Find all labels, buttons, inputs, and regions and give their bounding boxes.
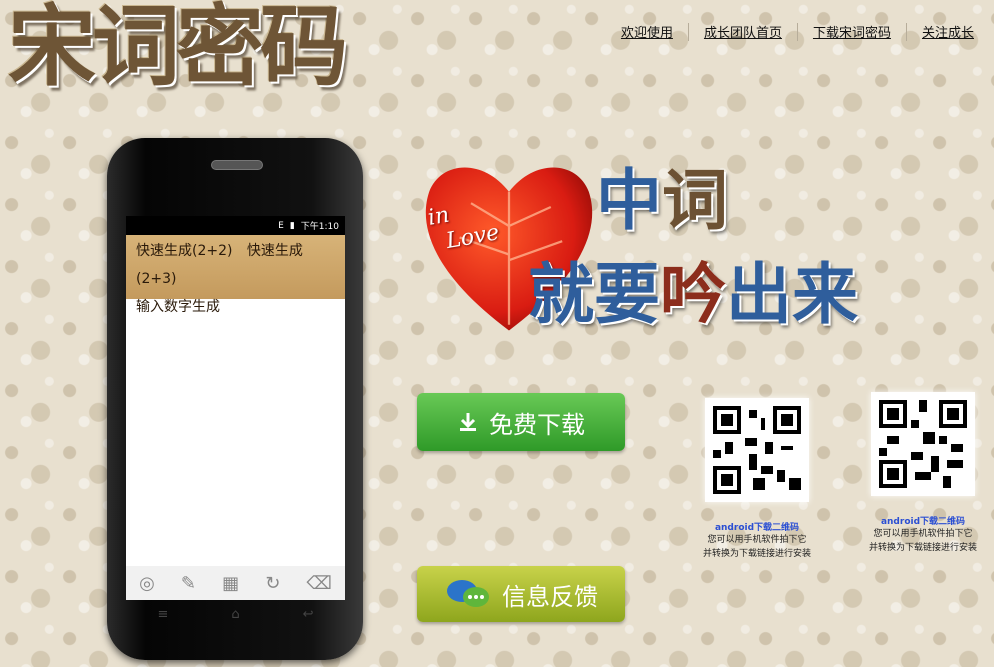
battery-icon: ▮ bbox=[289, 220, 295, 231]
feedback-button[interactable]: 信息反馈 bbox=[417, 566, 625, 622]
qr-note: 并转换为下载链接进行安装 bbox=[702, 549, 811, 559]
qr-caption: android下载二维码 bbox=[714, 523, 800, 533]
grid-icon[interactable]: ▦ bbox=[222, 573, 239, 594]
nav-divider bbox=[905, 22, 907, 41]
qr-caption: android下载二维码 bbox=[880, 517, 966, 527]
phone-nav-bar: ≡ ⌂ ↩ bbox=[126, 600, 345, 628]
nav-download[interactable]: 下载宋词密码 bbox=[813, 22, 891, 41]
slogan-line-1: 中词 bbox=[596, 168, 728, 234]
slogan-char-zhong: 中 bbox=[596, 162, 662, 239]
free-download-button[interactable]: 免费下载 bbox=[417, 393, 625, 451]
redo-icon[interactable]: ↻ bbox=[265, 573, 280, 594]
slogan-jiuyao: 就要 bbox=[528, 256, 660, 333]
phone-screen: E ▮ 下午1:10 快速生成(2+2) 快速生成(2+3) 输入数字生成 ◎ … bbox=[126, 216, 345, 600]
phone-mockup: E ▮ 下午1:10 快速生成(2+2) 快速生成(2+3) 输入数字生成 ◎ … bbox=[107, 138, 363, 660]
menu-icon[interactable]: ≡ bbox=[157, 607, 168, 622]
quick-gen-2-2-button[interactable]: 快速生成(2+2) bbox=[136, 243, 232, 259]
app-button-panel: 快速生成(2+2) 快速生成(2+3) 输入数字生成 bbox=[126, 235, 345, 315]
pen-icon[interactable]: ✎ bbox=[181, 573, 196, 594]
signal-icon: E bbox=[278, 220, 284, 231]
status-time: 下午1:10 bbox=[300, 222, 339, 232]
slogan-char-yin: 吟 bbox=[660, 256, 726, 333]
chat-bubbles-icon bbox=[447, 580, 489, 607]
home-icon[interactable]: ⌂ bbox=[231, 607, 239, 622]
qr-block-1: android下载二维码 您可以用手机软件拍下它 并转换为下载链接进行安装 bbox=[698, 398, 816, 561]
nav-divider bbox=[687, 22, 689, 41]
app-toolbar: ◎ ✎ ▦ ↻ ⌫ bbox=[126, 566, 345, 600]
nav-welcome[interactable]: 欢迎使用 bbox=[621, 22, 673, 41]
qr-block-2: android下载二维码 您可以用手机软件拍下它 并转换为下载链接进行安装 bbox=[864, 392, 982, 555]
phone-speaker bbox=[211, 160, 263, 170]
target-icon[interactable]: ◎ bbox=[139, 573, 155, 594]
download-label: 免费下载 bbox=[489, 410, 585, 439]
heart-text-in: in bbox=[425, 202, 452, 231]
qr-code-image bbox=[871, 392, 975, 496]
slogan-char-ci: 词 bbox=[662, 162, 728, 239]
slogan-line-2: 就要吟出来 bbox=[528, 262, 858, 328]
qr-code-image bbox=[705, 398, 809, 502]
back-icon[interactable]: ↩ bbox=[303, 607, 314, 622]
download-icon bbox=[460, 413, 476, 431]
nav-follow[interactable]: 关注成长 bbox=[922, 22, 974, 41]
top-navigation: 欢迎使用 成长团队首页 下载宋词密码 关注成长 bbox=[621, 22, 974, 41]
phone-status-bar: E ▮ 下午1:10 bbox=[126, 216, 345, 235]
number-input-gen-button[interactable]: 输入数字生成 bbox=[136, 299, 220, 315]
qr-note: 您可以用手机软件拍下它 bbox=[873, 529, 973, 539]
delete-icon[interactable]: ⌫ bbox=[306, 573, 331, 594]
qr-note: 您可以用手机软件拍下它 bbox=[707, 535, 807, 545]
site-logo: 宋词密码 bbox=[8, 0, 348, 98]
nav-team-home[interactable]: 成长团队首页 bbox=[704, 22, 782, 41]
slogan-chulai: 出来 bbox=[726, 256, 858, 333]
feedback-label: 信息反馈 bbox=[502, 582, 598, 611]
nav-divider bbox=[796, 22, 798, 41]
qr-note: 并转换为下载链接进行安装 bbox=[868, 543, 977, 553]
